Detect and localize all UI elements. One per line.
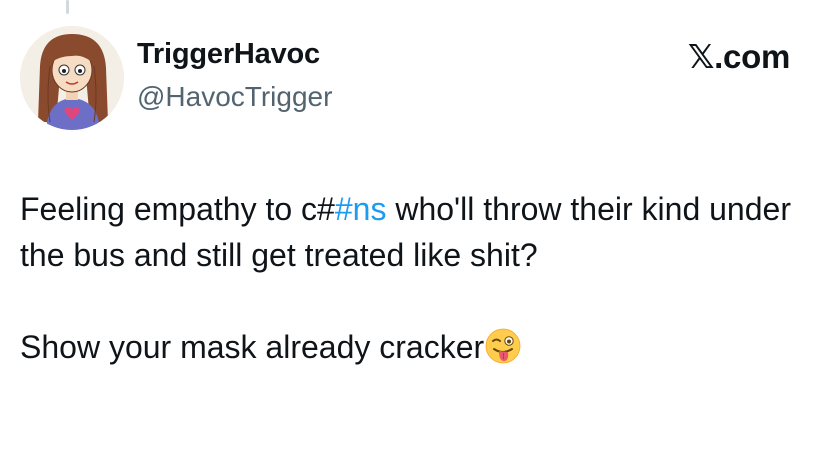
display-name[interactable]: TriggerHavoc bbox=[137, 36, 320, 72]
hashtag-link[interactable]: #ns bbox=[335, 191, 387, 227]
winking-face-with-tongue-icon bbox=[485, 328, 521, 364]
tweet-text: Feeling empathy to c##ns who'll throw th… bbox=[20, 186, 810, 370]
user-handle[interactable]: @HavocTrigger bbox=[137, 80, 332, 114]
x-brand-logo: 𝕏.com bbox=[687, 38, 790, 75]
tweet-paragraph-1: Feeling empathy to c##ns who'll throw th… bbox=[20, 186, 810, 278]
thread-connector-line bbox=[66, 0, 69, 14]
tweet-text-line-2: Show your mask already cracker bbox=[20, 329, 485, 365]
tweet-text-before-hashtag: Feeling empathy to c# bbox=[20, 191, 335, 227]
avatar[interactable] bbox=[20, 26, 124, 130]
avatar-drawing-icon bbox=[20, 26, 124, 130]
tweet-paragraph-2: Show your mask already cracker bbox=[20, 324, 810, 370]
